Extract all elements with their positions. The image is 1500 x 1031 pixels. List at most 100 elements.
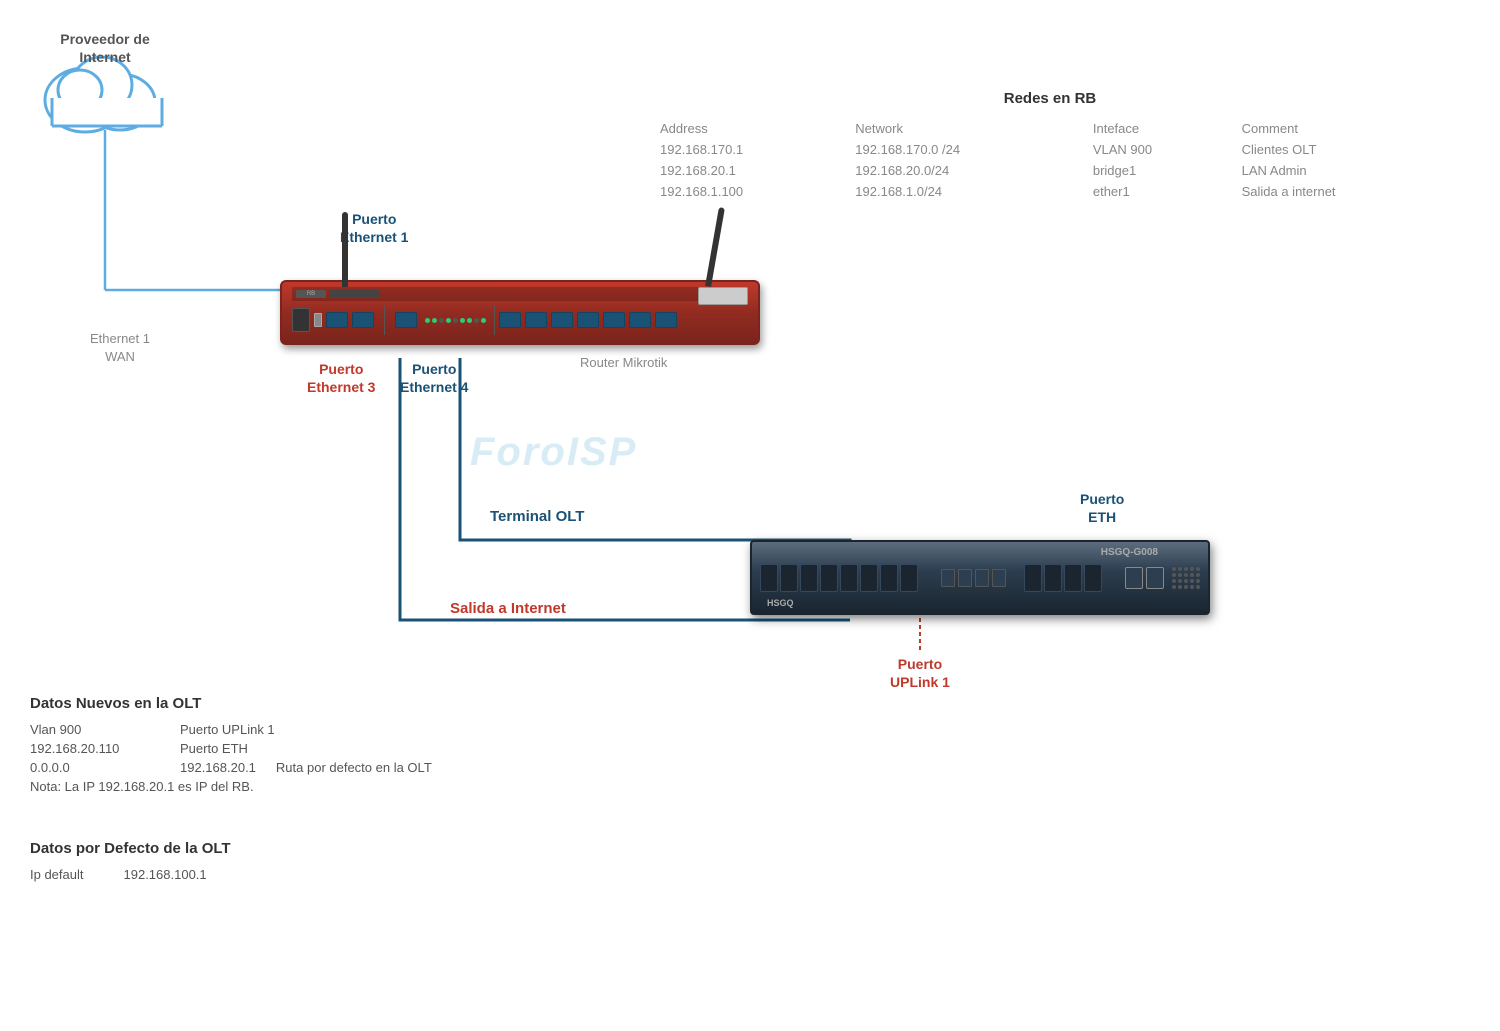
datos-nuevos-val-2: 192.168.20.1 (180, 760, 256, 775)
datos-nuevos-key-1: 192.168.20.110 (30, 741, 160, 756)
ethernet-wan-label: Ethernet 1 WAN (90, 330, 150, 366)
olt-rj45-2 (958, 569, 972, 587)
eth1-line1: Puerto (340, 210, 408, 228)
olt-rj45-3 (975, 569, 989, 587)
port-eth3-label: Puerto Ethernet 3 (307, 360, 375, 396)
terminal-olt-text: Terminal OLT (490, 508, 584, 525)
router-body: RB (280, 280, 760, 345)
redes-rb-comment-2: Salida a internet (1234, 182, 1448, 201)
led4 (446, 318, 451, 323)
olt-sfp-group (760, 564, 918, 592)
uplink-line2: UPLink 1 (890, 673, 950, 691)
olt-sfp-11 (1064, 564, 1082, 592)
cloud-label: Proveedor de Internet (32, 30, 178, 66)
port-eth-olt-label: Puerto ETH (1080, 490, 1124, 526)
eth-olt-line1: Puerto (1080, 490, 1124, 508)
port-eth1-label: Puerto Ethernet 1 (340, 210, 408, 246)
salida-internet-label: Salida a Internet (450, 600, 566, 617)
ip-default-key: Ip default (30, 867, 84, 882)
redes-rb-row: 192.168.170.1192.168.170.0 /24VLAN 900Cl… (652, 140, 1448, 159)
olt-sfp-4 (820, 564, 838, 592)
datos-defecto-title: Datos por Defecto de la OLT (30, 840, 430, 857)
olt-sfp-1 (760, 564, 778, 592)
olt-sfp-2 (780, 564, 798, 592)
datos-nuevos-key-2: 0.0.0.0 (30, 760, 160, 775)
watermark: ForoISP (470, 430, 637, 475)
olt-rj45-4 (992, 569, 1006, 587)
redes-rb-interface-0: VLAN 900 (1085, 140, 1232, 159)
datos-nuevos-row-0: Vlan 900Puerto UPLink 1 (30, 722, 610, 737)
router-port-eth9 (629, 312, 651, 328)
router-top-panel: RB (292, 287, 748, 301)
olt-rj45-group (941, 569, 1006, 587)
eth-olt-line2: ETH (1080, 508, 1124, 526)
olt-dots (1172, 567, 1200, 589)
led6 (460, 318, 465, 323)
router-port-eth5 (525, 312, 547, 328)
datos-nuevos-rows: Vlan 900Puerto UPLink 1 192.168.20.110 Pue… (30, 722, 610, 775)
olt-sfp-group2 (1024, 564, 1102, 592)
olt-sfp-3 (800, 564, 818, 592)
uplink-line1: Puerto (890, 655, 950, 673)
col-comment-header: Comment (1234, 119, 1448, 138)
datos-nuevos-row-1: 192.168.20.110 Puerto ETH (30, 741, 610, 756)
redes-rb-row: 192.168.20.1192.168.20.0/24bridge1LAN Ad… (652, 161, 1448, 180)
router-port-eth2 (352, 312, 374, 328)
router-ports (292, 305, 748, 335)
redes-rb-network-2: 192.168.1.0/24 (847, 182, 1083, 201)
olt-body: HSGQ HSGQ-G008 (750, 540, 1210, 615)
olt-eth-group (1125, 567, 1164, 589)
olt-eth-port1 (1125, 567, 1143, 589)
router-label: Router Mikrotik (580, 355, 667, 370)
eth4-line2: Ethernet 4 (400, 378, 468, 396)
datos-defecto-row: Ip default 192.168.100.1 (30, 867, 430, 882)
olt-sfp-5 (840, 564, 858, 592)
router-antenna-right (705, 207, 725, 287)
datos-nuevos-val-1: Puerto ETH (180, 741, 248, 756)
col-interface-header: Inteface (1085, 119, 1232, 138)
redes-rb-network-1: 192.168.20.0/24 (847, 161, 1083, 180)
router-port-eth10 (655, 312, 677, 328)
olt-front-panel (760, 550, 1200, 605)
redes-rb-interface-1: bridge1 (1085, 161, 1232, 180)
olt-sfp-9 (1024, 564, 1042, 592)
olt-sfp-7 (880, 564, 898, 592)
led2 (432, 318, 437, 323)
olt-rj45-1 (941, 569, 955, 587)
ethernet-wan-line2: WAN (90, 348, 150, 366)
datos-nuevos-key-0: Vlan 900 (30, 722, 160, 737)
col-address-header: Address (652, 119, 845, 138)
redes-rb-comment-1: LAN Admin (1234, 161, 1448, 180)
redes-rb-table: Address Network Inteface Comment 192.168… (650, 117, 1450, 203)
datos-nota: Nota: La IP 192.168.20.1 es IP del RB. (30, 779, 610, 794)
router-antenna-left (342, 212, 348, 287)
olt-device: HSGQ HSGQ-G008 (750, 540, 1210, 630)
led9 (481, 318, 486, 323)
datos-nuevos-section: Datos Nuevos en la OLT Vlan 900Puerto UP… (30, 695, 610, 794)
router-device: RB (280, 280, 780, 360)
col-network-header: Network (847, 119, 1083, 138)
port-uplink-label: Puerto UPLink 1 (890, 655, 950, 691)
olt-sfp-12 (1084, 564, 1102, 592)
diagram-container: Proveedor de Internet Ethernet 1 WAN Pue… (0, 0, 1500, 1031)
cloud-text-line1: Proveedor de (60, 31, 149, 47)
olt-sfp-10 (1044, 564, 1062, 592)
terminal-olt-label: Terminal OLT (490, 508, 584, 525)
redes-rb-address-0: 192.168.170.1 (652, 140, 845, 159)
redes-rb-interface-2: ether1 (1085, 182, 1232, 201)
datos-nuevos-extra-2: Ruta por defecto en la OLT (276, 760, 432, 775)
eth1-line2: Ethernet 1 (340, 228, 408, 246)
olt-sfp-6 (860, 564, 878, 592)
olt-sfp-8 (900, 564, 918, 592)
cloud-text-line2: Internet (79, 49, 130, 65)
ip-default-value: 192.168.100.1 (124, 867, 207, 882)
led8 (474, 318, 479, 323)
eth3-line1: Puerto (307, 360, 375, 378)
ethernet-wan-line1: Ethernet 1 (90, 330, 150, 348)
redes-rb-title: Redes en RB (650, 90, 1450, 107)
redes-rb-address-1: 192.168.20.1 (652, 161, 845, 180)
datos-nuevos-row-2: 0.0.0.0 192.168.20.1 Ruta por defecto en … (30, 760, 610, 775)
led5 (453, 318, 458, 323)
redes-rb-comment-0: Clientes OLT (1234, 140, 1448, 159)
datos-defecto-section: Datos por Defecto de la OLT Ip default 1… (30, 840, 430, 882)
